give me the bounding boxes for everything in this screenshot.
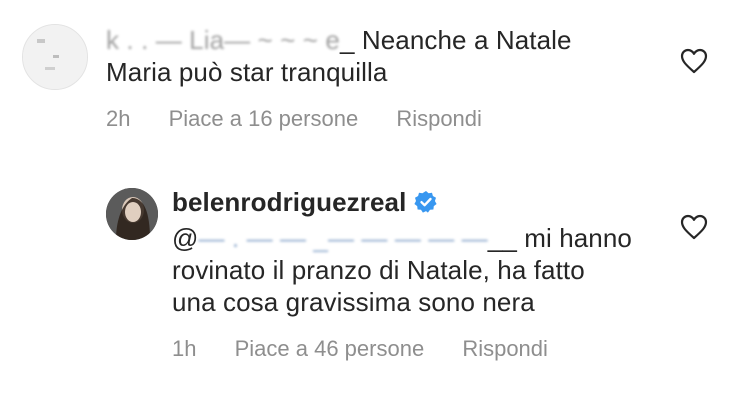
comment-1: k . . — Lia— ~ ~ ~ e_ Neanche a Natale M…: [0, 0, 750, 160]
heart-icon[interactable]: [680, 48, 708, 74]
reply-line-2: rovinato il pranzo di Natale, ha fatto: [172, 255, 585, 285]
comment-time: 2h: [106, 106, 131, 131]
verified-badge-icon: [414, 191, 438, 213]
blurred-avatar-icon: [23, 25, 87, 89]
comment-meta: 2h Piace a 16 persone Rispondi: [106, 106, 514, 132]
heart-icon[interactable]: [680, 214, 708, 240]
reply-line-3: una cosa gravissima sono nera: [172, 287, 535, 317]
avatar-belenrodriguezreal[interactable]: [106, 188, 158, 240]
mention-tail[interactable]: __: [488, 223, 517, 253]
mention-masked[interactable]: — . — — _— — — — —: [199, 222, 488, 254]
comment-line-2: Maria può star tranquilla: [106, 57, 388, 87]
reply-meta: 1h Piace a 46 persone Rispondi: [172, 336, 580, 362]
comment-username-tail[interactable]: _: [340, 25, 355, 55]
comment-text: k . . — Lia— ~ ~ ~ e_ Neanche a Natale M…: [106, 24, 666, 88]
comment-username-masked[interactable]: k . . — Lia— ~ ~ ~ e: [106, 24, 340, 56]
reply-username[interactable]: belenrodriguezreal: [172, 187, 406, 217]
likes-count-link[interactable]: Piace a 16 persone: [169, 106, 359, 131]
avatar[interactable]: [22, 24, 88, 90]
likes-count-link[interactable]: Piace a 46 persone: [235, 336, 425, 361]
mention-prefix[interactable]: @: [172, 223, 199, 253]
reply-time: 1h: [172, 336, 197, 361]
reply-button[interactable]: Rispondi: [462, 336, 548, 361]
reply-button[interactable]: Rispondi: [396, 106, 482, 131]
reply-line-1: mi hanno: [524, 223, 632, 253]
comment-2: belenrodriguezreal @— . — — _— — — — —__…: [0, 170, 750, 400]
profile-photo-icon: [106, 188, 158, 240]
reply-text: belenrodriguezreal @— . — — _— — — — —__…: [172, 186, 692, 318]
comment-line-1: Neanche a Natale: [361, 25, 572, 55]
